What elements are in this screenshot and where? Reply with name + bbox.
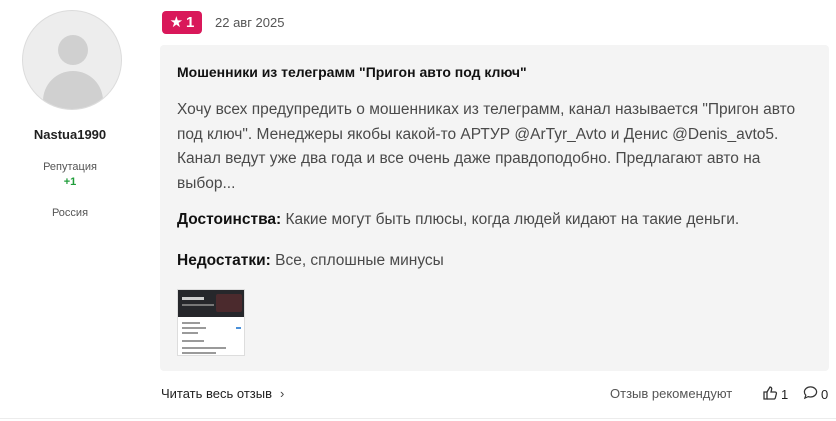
thumbnail-text-line: [182, 340, 204, 342]
review-photo-thumbnail[interactable]: [177, 289, 245, 356]
review-date: 22 авг 2025: [215, 15, 285, 30]
reputation-label: Репутация: [43, 161, 97, 173]
review-pros: Достоинства: Какие могут быть плюсы, ког…: [177, 211, 739, 229]
thumbnail-text-line: [182, 347, 226, 349]
divider: [0, 418, 836, 419]
rating-badge: ★ 1: [162, 11, 202, 34]
review-text: Хочу всех предупредить о мошенниках из т…: [177, 101, 796, 192]
thumbnail-text-line: [182, 327, 206, 329]
likes-count: 1: [781, 387, 789, 402]
cons-label: Недостатки:: [177, 252, 271, 269]
cons-text: Все, сплошные минусы: [275, 252, 444, 269]
review-cons: Недостатки: Все, сплошные минусы: [177, 252, 444, 270]
review-card[interactable]: [160, 45, 829, 371]
chevron-right-icon: ›: [280, 386, 285, 401]
pros-text: Какие могут быть плюсы, когда людей кида…: [285, 211, 740, 228]
reputation-value: +1: [63, 176, 77, 188]
star-icon: ★: [169, 14, 184, 31]
rating-value: 1: [186, 14, 195, 31]
speech-bubble-icon: [803, 385, 818, 403]
thumbnail-text-line: [182, 297, 204, 300]
read-all-label: Читать весь отзыв: [161, 386, 273, 401]
avatar-head-shape: [58, 35, 88, 65]
pros-label: Достоинства:: [177, 211, 282, 228]
comments-count: 0: [821, 386, 829, 402]
author-country: Россия: [51, 207, 89, 219]
recommend-label: Отзыв рекомендуют: [610, 386, 733, 401]
review-title[interactable]: Мошенники из телеграмм "Пригон авто под …: [177, 64, 527, 80]
thumbnail-text-line: [182, 332, 198, 334]
avatar-body-shape: [43, 71, 103, 109]
author-name[interactable]: Nastua1990: [0, 127, 140, 142]
thumbnail-text-line: [182, 322, 200, 324]
thumbnail-text-line: [182, 352, 216, 354]
thumbs-up-icon: [762, 385, 778, 404]
avatar[interactable]: [22, 10, 122, 110]
read-all-link[interactable]: Читать весь отзыв ›: [161, 386, 284, 401]
comments-button[interactable]: 0: [803, 385, 828, 403]
thumbnail-text-line: [182, 304, 214, 306]
thumbnail-icon-shape: [236, 327, 241, 329]
thumbnail-header-shape: [178, 290, 244, 317]
thumbnail-image-shape: [216, 294, 242, 312]
like-button[interactable]: 1: [762, 385, 788, 404]
